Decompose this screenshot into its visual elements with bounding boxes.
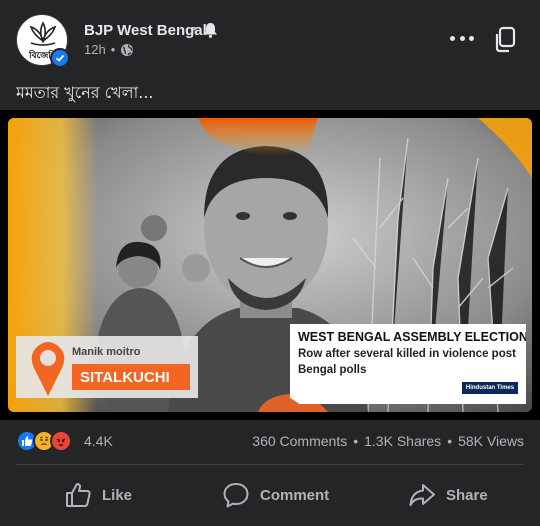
more-options-button[interactable] [450, 28, 474, 48]
share-icon [409, 484, 435, 506]
comment-label: Comment [260, 486, 330, 504]
post-caption: মমতার খুনের খেলা... [16, 83, 154, 102]
page-name[interactable]: BJP West Bengal [84, 22, 207, 39]
angry-reaction-icon [50, 430, 72, 452]
stats-summary: 360 Comments • 1.3K Shares • 58K Views [252, 433, 524, 449]
verified-icon [50, 48, 70, 68]
post-time[interactable]: 12h [84, 42, 106, 57]
like-icon [66, 483, 91, 507]
share-button[interactable]: Share [408, 480, 488, 510]
post-header: বিজেপি BJP West Bengal • 12h • [0, 0, 540, 72]
comments-count[interactable]: 360 Comments [252, 433, 347, 449]
victim-name: Manik moitro [72, 346, 141, 358]
meta-separator: • [110, 42, 116, 57]
copy-icon[interactable] [492, 26, 518, 54]
reaction-count[interactable]: 4.4K [84, 433, 113, 449]
shares-count[interactable]: 1.3K Shares [364, 433, 441, 449]
location-pin-icon [31, 342, 65, 396]
post-meta: 12h • [84, 42, 134, 57]
more-icon-dot [469, 35, 474, 41]
divider [16, 464, 524, 465]
stats-separator: • [353, 433, 359, 449]
like-label: Like [102, 486, 133, 504]
comment-icon [223, 483, 249, 508]
location-card: Manik moitro SITALKUCHI [16, 336, 198, 398]
globe-icon [121, 43, 134, 56]
post-actions: Like Comment Share [0, 466, 540, 526]
bell-icon[interactable] [203, 22, 218, 38]
views-count: 58K Views [458, 433, 524, 449]
news-title: WEST BENGAL ASSEMBLY ELECTION [298, 330, 528, 344]
video-frame: Manik moitro SITALKUCHI WEST BENGAL ASSE… [8, 118, 532, 412]
more-icon-dot [450, 35, 455, 41]
reaction-icons[interactable] [16, 430, 72, 452]
post-video[interactable]: Manik moitro SITALKUCHI WEST BENGAL ASSE… [0, 110, 540, 420]
location-badge: SITALKUCHI [72, 364, 190, 390]
like-button[interactable]: Like [64, 480, 132, 510]
news-headline-card: WEST BENGAL ASSEMBLY ELECTION Row after … [290, 324, 526, 404]
news-source-logo-text: Hindustan Times [465, 385, 515, 391]
name-separator: • [192, 20, 197, 36]
share-label: Share [446, 486, 488, 504]
news-subtitle: Row after several killed in violence pos… [298, 348, 516, 376]
news-source-logo: Hindustan Times [462, 382, 518, 394]
more-icon-dot [459, 35, 465, 41]
lotus-logo-icon [29, 21, 57, 46]
engagement-stats: 4.4K 360 Comments • 1.3K Shares • 58K Vi… [0, 420, 540, 464]
stats-separator: • [447, 433, 453, 449]
comment-button[interactable]: Comment [222, 480, 329, 510]
